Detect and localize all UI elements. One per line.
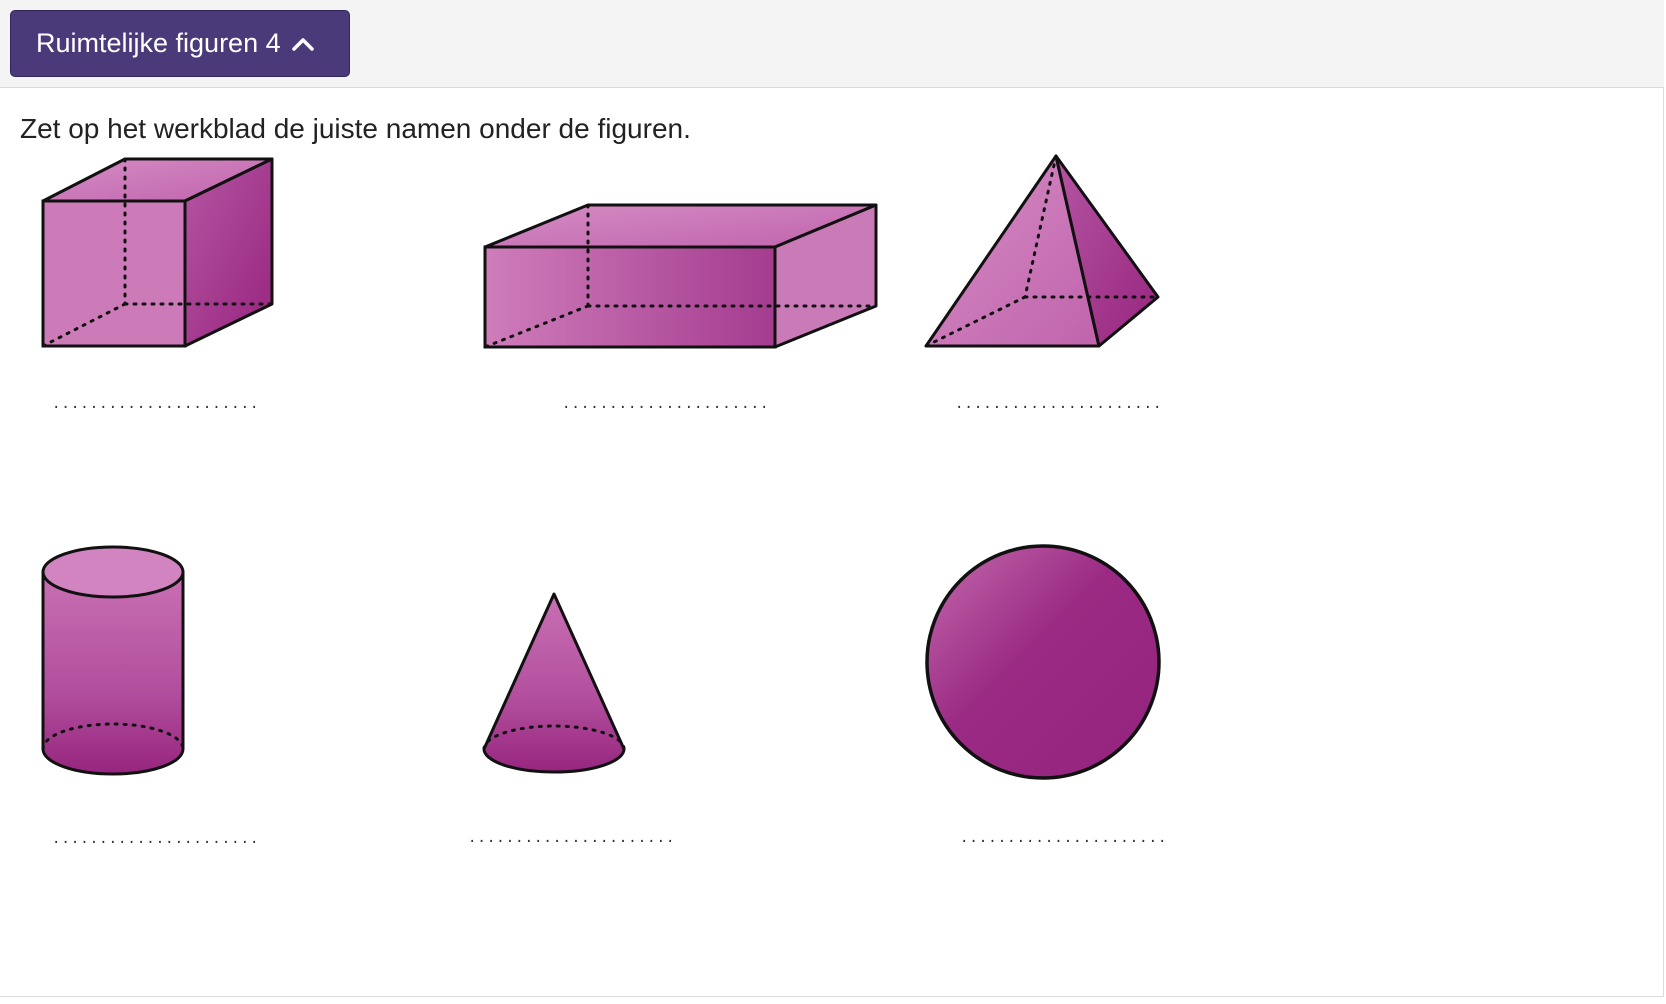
collapse-toggle-button[interactable]: Ruimtelijke figuren 4 [10,10,350,77]
exercise-title: Ruimtelijke figuren 4 [36,28,281,58]
answer-line-cube: ...................... [52,396,260,412]
answer-line-cylinder: ...................... [52,831,260,847]
cube-figure [41,157,274,348]
cylinder-figure [41,545,185,776]
answer-line-cone: ...................... [468,830,676,846]
answer-line-cuboid: ...................... [562,396,770,412]
sphere-figure [925,544,1161,780]
panel-header: Ruimtelijke figuren 4 [0,0,1664,88]
answer-line-pyramid: ...................... [955,396,1163,412]
cuboid-figure [483,203,878,349]
instruction-text: Zet op het werkblad de juiste namen onde… [20,113,691,144]
answer-line-sphere: ...................... [960,830,1168,846]
chevron-up-icon [291,37,314,51]
exercise-panel: Ruimtelijke figuren 4 Zet op het werkbla… [0,0,1664,997]
cone-figure [482,592,626,774]
square-pyramid-figure [924,154,1160,348]
